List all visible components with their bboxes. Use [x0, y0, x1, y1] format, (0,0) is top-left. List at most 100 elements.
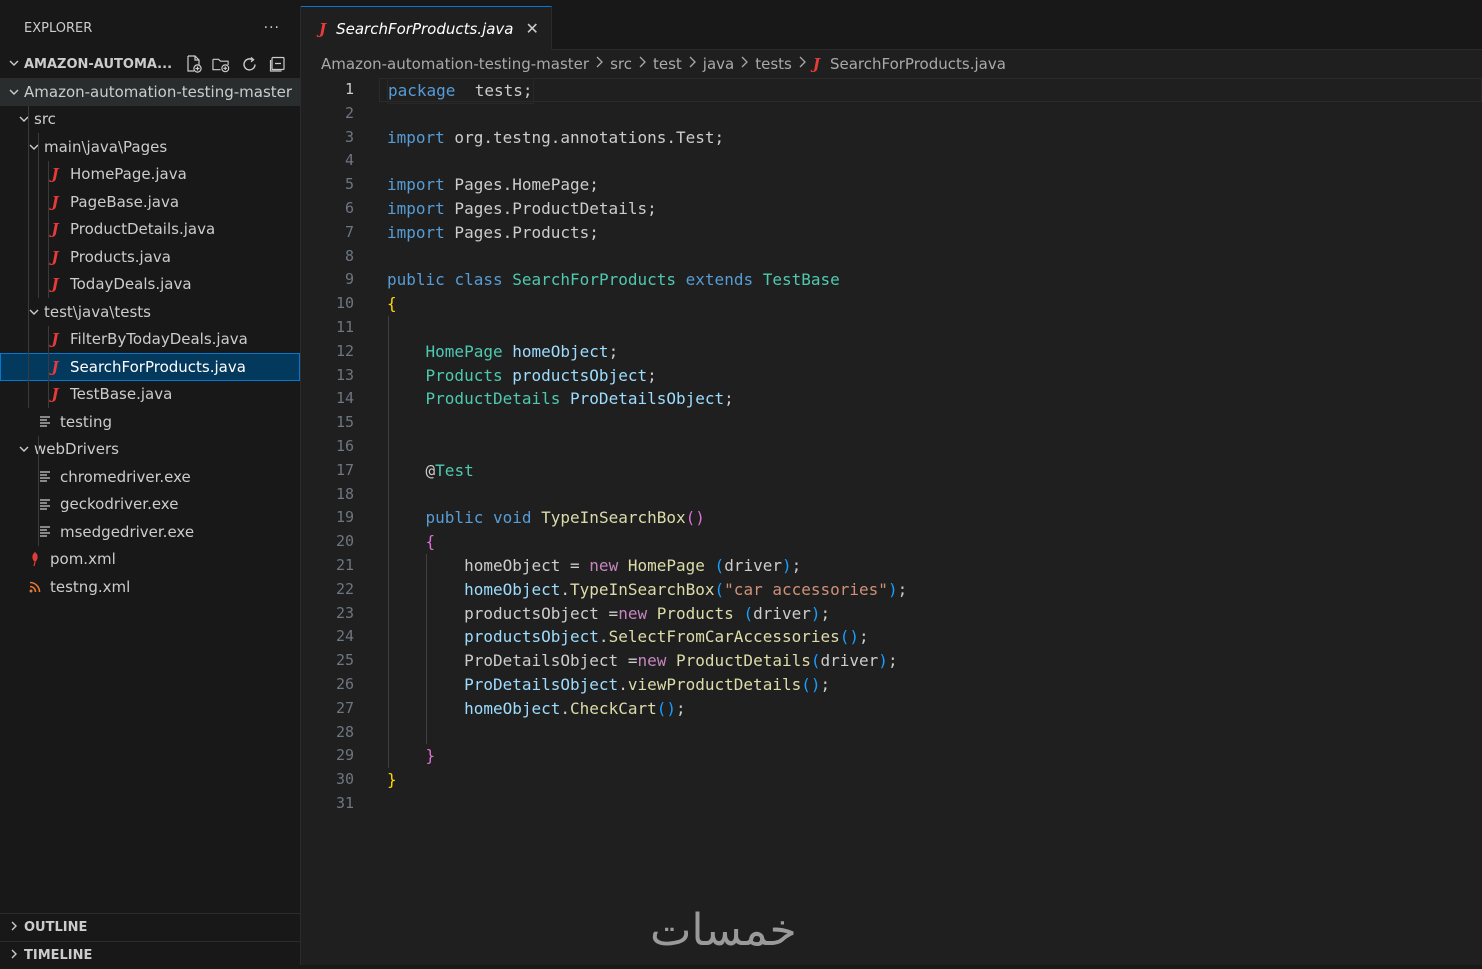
code-text: } [387, 744, 436, 768]
breadcrumb-item[interactable]: java [703, 55, 734, 73]
tree-file-filterbytodaydeals-java[interactable]: J FilterByTodayDeals.java [0, 326, 300, 354]
code-token: ProductDetails [425, 389, 561, 409]
code-token: ; [676, 698, 686, 718]
line-number: 12 [335, 341, 354, 360]
line-number: 20 [335, 532, 354, 551]
code-line[interactable]: 5 import Pages.HomePage; [301, 173, 1482, 197]
code-line[interactable]: 18 [301, 483, 1482, 507]
maven-feather-icon [26, 552, 44, 567]
code-line[interactable]: 21 homeObject = new HomePage (driver); [301, 554, 1482, 578]
code-line[interactable]: 12 HomePage homeObject; [301, 340, 1482, 364]
tree-file-testbase-java[interactable]: J TestBase.java [0, 381, 300, 409]
breadcrumb-item[interactable]: SearchForProducts.java [830, 55, 1006, 73]
code-token: extends [685, 270, 754, 290]
tab-searchforproducts[interactable]: J SearchForProducts.java ✕ [301, 6, 552, 50]
line-number: 16 [335, 436, 354, 455]
tree-file-testng-xml[interactable]: testng.xml [0, 573, 300, 601]
code-token: ) [810, 603, 821, 623]
breadcrumb-item[interactable]: src [610, 55, 632, 73]
code-token: homeObject = [464, 555, 590, 575]
code-editor[interactable]: 1 package tests; 2 3 import org.testng.annot… [301, 78, 1482, 816]
code-line[interactable]: 23 productsObject =new Products (driver)… [301, 602, 1482, 626]
code-line[interactable]: 8 [301, 245, 1482, 269]
code-line[interactable]: 24 productsObject.SelectFromCarAccessori… [301, 625, 1482, 649]
code-token: viewProductDetails [627, 674, 802, 694]
code-line[interactable]: 14 ProductDetails ProDetailsObject; [301, 387, 1482, 411]
tree-item-label: TodayDeals.java [70, 275, 192, 294]
tree-file-chromedriver-exe[interactable]: chromedriver.exe [0, 463, 300, 491]
tree-item-label: geckodriver.exe [60, 495, 179, 514]
code-line[interactable]: 29 } [301, 744, 1482, 768]
code-line[interactable]: 9 public class SearchForProducts extends … [301, 268, 1482, 292]
tree-folder-amazon-automation-testing-master[interactable]: Amazon-automation-testing-master [0, 78, 300, 106]
java-file-icon: J [319, 19, 327, 38]
code-text: public class SearchForProducts extends T… [387, 268, 840, 292]
code-token: driver [753, 603, 811, 623]
tree-file-products-java[interactable]: J Products.java [0, 243, 300, 271]
code-token: ) [887, 579, 898, 599]
tree-file-todaydeals-java[interactable]: J TodayDeals.java [0, 271, 300, 299]
new-file-icon[interactable] [184, 55, 202, 73]
breadcrumb-item[interactable]: test [653, 55, 682, 73]
tree-file-searchforproducts-java[interactable]: J SearchForProducts.java [0, 353, 300, 381]
refresh-icon[interactable] [240, 55, 258, 73]
code-token: TypeInSearchBox [570, 579, 715, 599]
code-line[interactable]: 26 ProDetailsObject.viewProductDetails()… [301, 673, 1482, 697]
workspace-section-header[interactable]: AMAZON-AUTOMA... [0, 50, 300, 78]
code-line[interactable]: 27 homeObject.CheckCart(); [301, 697, 1482, 721]
more-actions-icon[interactable]: ··· [264, 20, 280, 36]
code-line[interactable]: 4 [301, 149, 1482, 173]
code-text: ProductDetails ProDetailsObject; [387, 387, 734, 411]
code-token: ; [791, 555, 802, 575]
code-line[interactable]: 13 Products productsObject; [301, 364, 1482, 388]
code-line[interactable]: 22 homeObject.TypeInSearchBox("car acces… [301, 578, 1482, 602]
code-line[interactable]: 16 [301, 435, 1482, 459]
tree-folder-webdrivers[interactable]: webDrivers [0, 436, 300, 464]
tree-file-geckodriver-exe[interactable]: geckodriver.exe [0, 491, 300, 519]
code-line[interactable]: 2 [301, 102, 1482, 126]
code-line[interactable]: 15 [301, 411, 1482, 435]
tree-file-pom-xml[interactable]: pom.xml [0, 546, 300, 574]
code-line[interactable]: 10 { [301, 292, 1482, 316]
tree-folder-src[interactable]: src [0, 106, 300, 134]
line-number: 6 [344, 198, 354, 217]
code-line[interactable]: 6 import Pages.ProductDetails; [301, 197, 1482, 221]
code-line[interactable]: 20 { [301, 530, 1482, 554]
code-line[interactable]: 7 import Pages.Products; [301, 221, 1482, 245]
line-number: 25 [335, 651, 354, 670]
collapse-all-icon[interactable] [268, 55, 286, 73]
outline-section-header[interactable]: OUTLINE [0, 913, 300, 941]
java-file-icon: J [812, 55, 820, 73]
close-icon[interactable]: ✕ [526, 19, 539, 38]
code-line[interactable]: 30} [301, 768, 1482, 792]
tree-folder-test-java-tests[interactable]: test\java\tests [0, 298, 300, 326]
new-folder-icon[interactable] [212, 55, 230, 73]
tree-file-homepage-java[interactable]: J HomePage.java [0, 161, 300, 189]
code-text: @Test [387, 459, 474, 483]
code-line[interactable]: 28 [301, 721, 1482, 745]
tree-file-msedgedriver-exe[interactable]: msedgedriver.exe [0, 518, 300, 546]
tree-file-testing[interactable]: testing [0, 408, 300, 436]
code-line[interactable]: 19 public void TypeInSearchBox() [301, 506, 1482, 530]
code-text: HomePage homeObject; [387, 340, 619, 364]
code-line[interactable]: 3 import org.testng.annotations.Test; [301, 126, 1482, 150]
breadcrumb-item[interactable]: Amazon-automation-testing-master [321, 55, 589, 73]
code-line[interactable]: 11 [301, 316, 1482, 340]
tree-folder-main-java-pages[interactable]: main\java\Pages [0, 133, 300, 161]
code-line[interactable]: 31 [301, 792, 1482, 816]
code-line[interactable]: 1 package tests; [301, 78, 1482, 104]
code-token: { [425, 532, 436, 552]
tree-file-pagebase-java[interactable]: J PageBase.java [0, 188, 300, 216]
line-number: 1 [344, 80, 354, 98]
breadcrumb-item[interactable]: tests [755, 55, 792, 73]
line-number: 7 [344, 222, 354, 241]
tree-file-productdetails-java[interactable]: J ProductDetails.java [0, 216, 300, 244]
code-line[interactable]: 25 ProDetailsObject =new ProductDetails(… [301, 649, 1482, 673]
code-line[interactable]: 17 @Test [301, 459, 1482, 483]
tree-item-label: HomePage.java [70, 165, 187, 184]
